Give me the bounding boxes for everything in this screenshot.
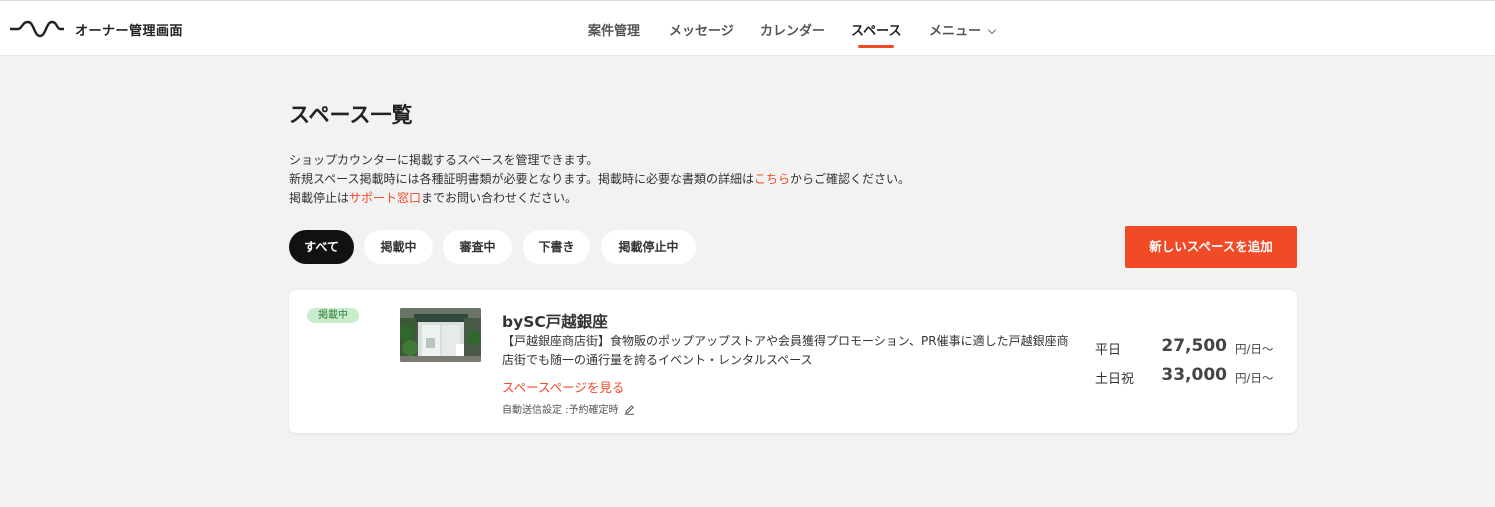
chevron-down-icon: [987, 25, 997, 35]
space-description: 【戸越銀座商店街】食物販のポップアップストアや会員獲得プロモーション、PR催事に…: [502, 334, 1069, 367]
desc-line-2: 新規スペース掲載時には各種証明書類が必要となります。掲載時に必要な書類の詳細はこ…: [289, 170, 910, 189]
storefront-image: [400, 308, 481, 362]
page-title: スペース一覧: [289, 103, 413, 127]
desc-line-2-text: 新規スペース掲載時には各種証明書類が必要となります。掲載時に必要な書類の詳細は: [289, 172, 755, 186]
filter-reviewing[interactable]: 審査中: [443, 230, 512, 264]
weekday-price-label: 平日: [1095, 343, 1122, 358]
weekday-price-value: 27,500: [1161, 336, 1227, 356]
desc-line-3: 掲載停止はサポート窓口までお問い合わせください。: [289, 189, 910, 208]
weekend-price-label: 土日祝: [1095, 372, 1135, 387]
nav-item-menu[interactable]: メニュー: [929, 20, 997, 39]
nav-item-calendar[interactable]: カレンダー: [760, 20, 825, 39]
space-name[interactable]: bySC戸越銀座: [502, 310, 608, 332]
filter-suspended[interactable]: 掲載停止中: [601, 230, 696, 264]
desc-line-3-text-end: までお問い合わせください。: [421, 191, 578, 205]
filter-published[interactable]: 掲載中: [364, 230, 433, 264]
edit-pencil-icon[interactable]: [624, 404, 635, 418]
nav-item-spaces[interactable]: スペース: [851, 20, 901, 48]
top-header: オーナー管理画面 案件管理 メッセージ カレンダー スペース メニュー: [0, 0, 1495, 55]
desc-line-2-text-end: からご確認ください。: [790, 172, 911, 186]
weekend-price-unit: 円/日〜: [1235, 371, 1274, 385]
nav-item-messages[interactable]: メッセージ: [669, 20, 734, 39]
weekday-price-unit: 円/日〜: [1235, 342, 1274, 356]
main-nav: 案件管理 メッセージ カレンダー スペース メニュー: [0, 1, 1495, 56]
weekend-price-value: 33,000: [1161, 365, 1227, 385]
desc-line-3-text: 掲載停止は: [289, 191, 350, 205]
space-thumbnail[interactable]: [400, 308, 481, 362]
add-space-button[interactable]: 新しいスペースを追加: [1125, 226, 1297, 268]
auto-send-label: 自動送信設定 :予約確定時: [502, 405, 619, 416]
page-description: ショップカウンターに掲載するスペースを管理できます。 新規スペース掲載時には各種…: [289, 151, 910, 208]
desc-line-1: ショップカウンターに掲載するスペースを管理できます。: [289, 153, 599, 167]
filter-all[interactable]: すべて: [289, 230, 354, 264]
nav-item-menu-label: メニュー: [929, 24, 982, 39]
status-badge: 掲載中: [307, 308, 359, 323]
support-link[interactable]: サポート窓口: [349, 191, 421, 205]
view-space-page-link[interactable]: スペースページを見る: [502, 377, 624, 396]
filter-draft[interactable]: 下書き: [523, 230, 590, 264]
space-card: 掲載中 bySC戸越銀座 【戸越銀座商店街】食物販のポップアップストアや会員獲得…: [289, 290, 1297, 433]
auto-send-setting: 自動送信設定 :予約確定時: [502, 401, 635, 418]
documents-link[interactable]: こちら: [754, 172, 790, 186]
nav-item-projects[interactable]: 案件管理: [588, 20, 640, 39]
